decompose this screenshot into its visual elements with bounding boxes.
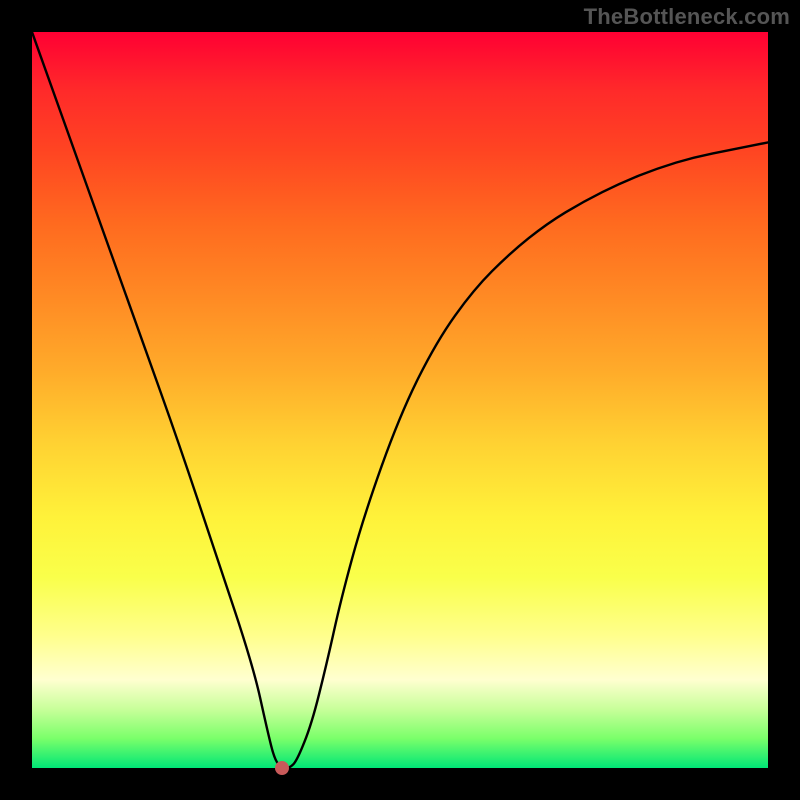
- watermark-text: TheBottleneck.com: [584, 4, 790, 30]
- chart-frame: TheBottleneck.com: [0, 0, 800, 800]
- plot-area: [32, 32, 768, 768]
- bottleneck-curve: [32, 32, 768, 768]
- min-marker: [275, 761, 289, 775]
